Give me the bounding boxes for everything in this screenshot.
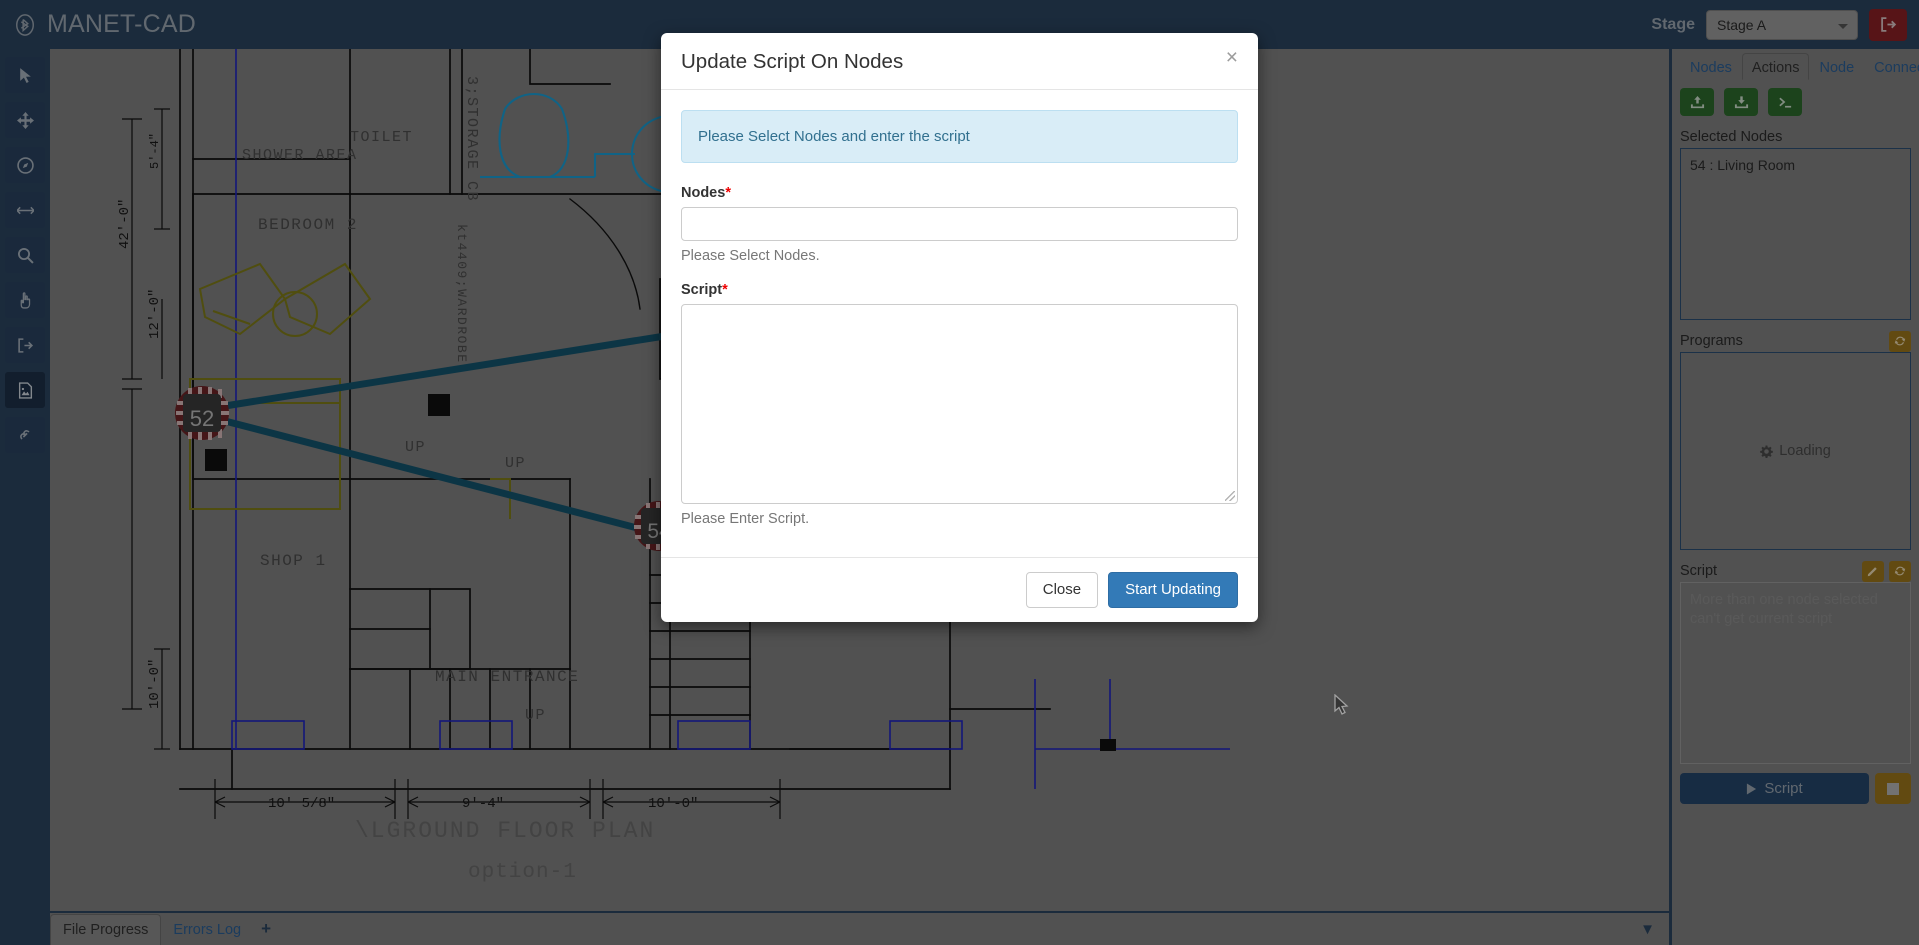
script-field-label: Script*	[681, 282, 1238, 298]
update-script-modal: Update Script On Nodes × Please Select N…	[661, 33, 1258, 622]
modal-title: Update Script On Nodes	[681, 50, 904, 73]
nodes-field-label: Nodes*	[681, 185, 1238, 201]
script-field-group: Script* Please Enter Script.	[681, 282, 1238, 527]
nodes-input[interactable]	[681, 207, 1238, 241]
nodes-field-group: Nodes* Please Select Nodes.	[681, 185, 1238, 264]
script-input[interactable]	[681, 304, 1238, 504]
script-label-text: Script	[681, 282, 723, 298]
modal-info-alert: Please Select Nodes and enter the script	[681, 110, 1238, 163]
start-updating-button[interactable]: Start Updating	[1108, 572, 1238, 608]
required-mark: *	[722, 282, 728, 298]
nodes-field-help: Please Select Nodes.	[681, 248, 820, 264]
close-button[interactable]: Close	[1025, 572, 1099, 608]
script-field-help: Please Enter Script.	[681, 511, 810, 527]
required-mark: *	[725, 185, 731, 201]
close-icon[interactable]: ×	[1226, 47, 1238, 68]
nodes-label-text: Nodes	[681, 185, 726, 201]
resize-grip[interactable]	[1225, 491, 1235, 501]
